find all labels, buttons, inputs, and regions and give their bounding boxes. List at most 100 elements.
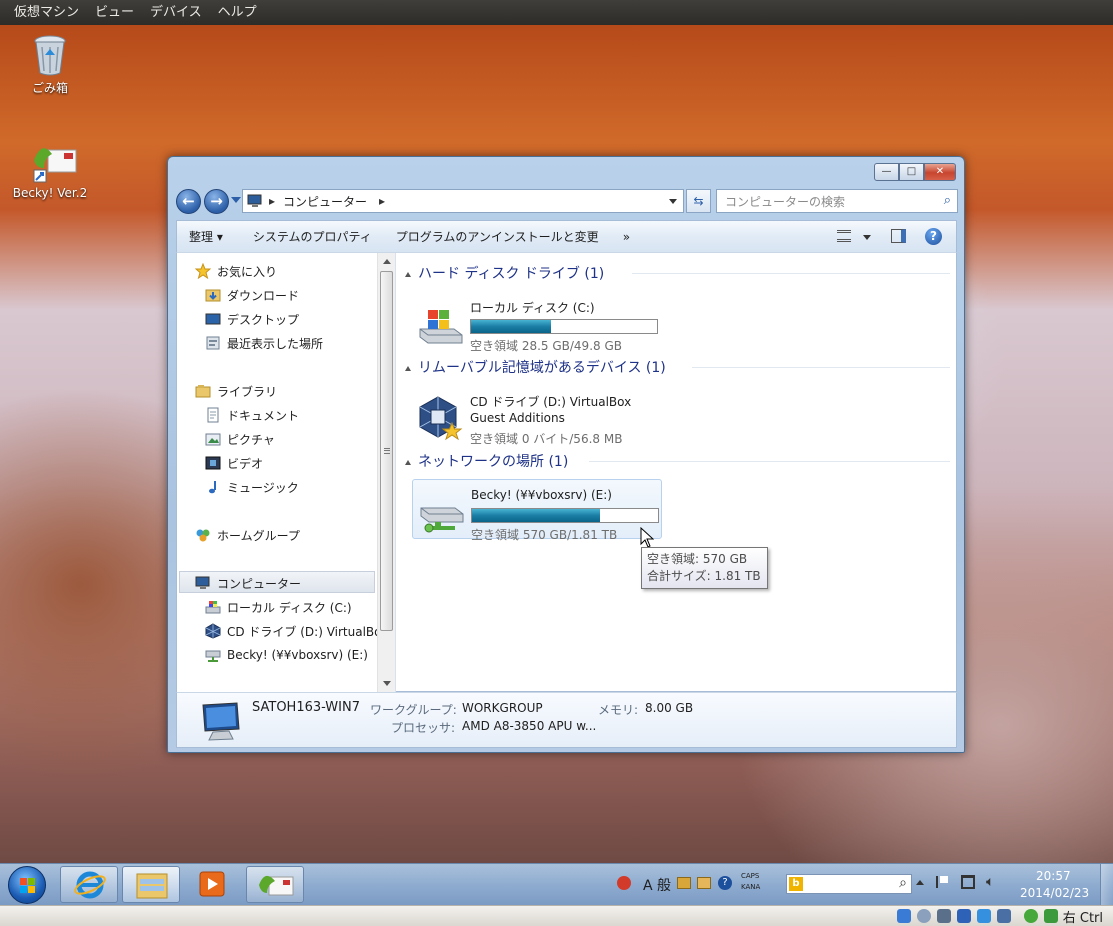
action-center-flag-icon[interactable]	[936, 876, 948, 888]
optical-drive-status-icon[interactable]	[916, 909, 931, 923]
nav-drive-c[interactable]: ローカル ディスク (C:)	[205, 596, 352, 618]
nav-recent-places[interactable]: 最近表示した場所	[205, 332, 323, 354]
host-menu-machine[interactable]: 仮想マシン	[6, 0, 87, 25]
back-button[interactable]: ←	[176, 189, 201, 214]
address-dropdown-icon[interactable]	[669, 199, 677, 204]
refresh-button[interactable]: ⇆	[686, 189, 711, 213]
taskbar-internet-explorer[interactable]	[60, 866, 118, 903]
group-title-network[interactable]: ネットワークの場所 (1)	[418, 451, 568, 471]
search-input[interactable]: コンピューターの検索	[725, 193, 845, 210]
nav-drive-e[interactable]: Becky! (¥¥vboxsrv) (E:)	[205, 644, 368, 666]
virtualbox-cd-icon	[418, 395, 464, 441]
group-collapse-icon-1[interactable]	[405, 272, 411, 277]
help-icon[interactable]: ?	[925, 228, 942, 245]
nav-documents[interactable]: ドキュメント	[205, 404, 299, 426]
network-icon[interactable]	[961, 875, 975, 889]
bing-search-box[interactable]: b ⌕	[786, 874, 912, 894]
drive-item-c[interactable]: ローカル ディスク (C:) 空き領域 28.5 GB/49.8 GB	[412, 291, 672, 353]
hard-disk-status-icon[interactable]	[896, 909, 911, 923]
ime-toolbar-icon[interactable]	[617, 876, 631, 890]
clock-time[interactable]: 20:57	[1036, 869, 1071, 883]
change-view-icon[interactable]	[837, 230, 851, 242]
memory-label: メモリ:	[598, 703, 639, 717]
scrollbar-thumb[interactable]	[380, 271, 393, 631]
show-hidden-icons-button[interactable]	[916, 880, 924, 885]
ime-help-icon[interactable]: ?	[718, 876, 732, 890]
nav-drive-d-label: CD ドライブ (D:) VirtualBox	[227, 624, 389, 639]
search-icon: ⌕	[943, 193, 951, 208]
pane-splitter[interactable]	[395, 253, 396, 693]
recent-pages-dropdown[interactable]	[231, 197, 241, 203]
nav-libraries[interactable]: ライブラリ	[195, 380, 277, 402]
taskbar-explorer[interactable]	[122, 866, 180, 903]
uninstall-programs-button[interactable]: プログラムのアンインストールと変更	[384, 228, 611, 245]
ime-dictionary-icon[interactable]	[677, 877, 691, 889]
scroll-up-arrow-icon[interactable]	[383, 259, 391, 264]
bing-search-icon[interactable]: ⌕	[899, 875, 907, 891]
nav-desktop[interactable]: デスクトップ	[205, 308, 299, 330]
address-separator[interactable]: ▸	[269, 194, 275, 208]
display-status-icon[interactable]	[976, 909, 991, 923]
desktop-icon-becky[interactable]: Becky! Ver.2	[10, 140, 90, 200]
host-menu-view[interactable]: ビュー	[87, 0, 142, 25]
group-collapse-icon-3[interactable]	[405, 460, 411, 465]
nav-computer[interactable]: コンピューター	[195, 572, 301, 594]
address-bar[interactable]: ▸ コンピューター ▸	[242, 189, 684, 213]
becky-icon	[30, 140, 77, 184]
tooltip-free-space: 空き領域: 570 GB	[647, 552, 748, 566]
host-menu-devices[interactable]: デバイス	[142, 0, 210, 25]
ime-tool-icon[interactable]	[697, 877, 711, 889]
volume-icon[interactable]: 🔈︎	[986, 874, 994, 890]
memory-value: 8.00 GB	[645, 701, 694, 715]
vbox-status-bar: 右 Ctrl	[0, 905, 1113, 926]
mouse-integration-status-icon[interactable]	[1043, 909, 1058, 923]
tooltip-total-size: 合計サイズ: 1.81 TB	[647, 569, 761, 583]
clock-date[interactable]: 2014/02/23	[1020, 886, 1089, 900]
maximize-button[interactable]: □	[899, 163, 924, 181]
nav-downloads[interactable]: ダウンロード	[205, 284, 299, 306]
more-commands-button[interactable]: »	[611, 230, 642, 244]
drive-item-e[interactable]: Becky! (¥¥vboxsrv) (E:) 空き領域 570 GB/1.81…	[412, 479, 662, 542]
forward-button[interactable]: →	[204, 189, 229, 214]
scroll-down-arrow-icon[interactable]	[383, 681, 391, 686]
nav-homegroup[interactable]: ホームグループ	[195, 524, 300, 546]
drive-item-d[interactable]: CD ドライブ (D:) VirtualBox Guest Additions …	[412, 385, 672, 446]
start-button[interactable]	[8, 866, 46, 904]
shared-folders-status-icon[interactable]	[956, 909, 971, 923]
system-properties-button[interactable]: システムのプロパティ	[241, 228, 384, 245]
ime-mode-label[interactable]: A 般	[643, 875, 671, 895]
nav-drive-d[interactable]: CD ドライブ (D:) VirtualBox	[205, 620, 388, 642]
organize-button[interactable]: 整理 ▾	[177, 228, 235, 245]
group-collapse-icon-2[interactable]	[405, 366, 411, 371]
navigation-scrollbar[interactable]	[377, 253, 395, 693]
group-title-removable[interactable]: リムーバブル記憶域があるデバイス (1)	[418, 357, 666, 377]
computer-icon	[247, 193, 263, 209]
address-separator-2[interactable]: ▸	[379, 194, 385, 208]
network-status-icon[interactable]	[1023, 909, 1038, 923]
view-dropdown-icon[interactable]	[863, 235, 871, 240]
preview-pane-icon[interactable]	[891, 229, 906, 243]
nav-recent-places-label: 最近表示した場所	[227, 336, 324, 351]
search-box[interactable]: コンピューターの検索 ⌕	[716, 189, 958, 213]
host-menu-help[interactable]: ヘルプ	[210, 0, 265, 25]
drive-c-name: ローカル ディスク (C:)	[470, 301, 595, 315]
media-player-icon	[199, 871, 225, 897]
taskbar-becky[interactable]	[246, 866, 304, 903]
video-capture-status-icon[interactable]	[996, 909, 1011, 923]
show-desktop-button[interactable]	[1100, 864, 1113, 906]
taskbar-media-player[interactable]	[184, 866, 242, 903]
desktop-icon	[205, 311, 221, 327]
usb-status-icon[interactable]	[936, 909, 951, 923]
workgroup-value: WORKGROUP	[462, 701, 543, 715]
nav-pictures[interactable]: ピクチャ	[205, 428, 275, 450]
group-title-hard-disk[interactable]: ハード ディスク ドライブ (1)	[418, 263, 604, 283]
close-button[interactable]: ✕	[924, 163, 956, 181]
nav-music[interactable]: ミュージック	[205, 476, 299, 498]
homegroup-icon	[195, 527, 211, 543]
desktop-icon-recycle-bin[interactable]: ごみ箱	[10, 33, 90, 96]
nav-favorites[interactable]: お気に入り	[194, 260, 277, 282]
minimize-button[interactable]: —	[874, 163, 899, 181]
address-crumb-computer[interactable]: コンピューター	[283, 193, 367, 210]
processor-value: AMD A8-3850 APU w...	[462, 719, 597, 733]
nav-videos[interactable]: ビデオ	[205, 452, 263, 474]
